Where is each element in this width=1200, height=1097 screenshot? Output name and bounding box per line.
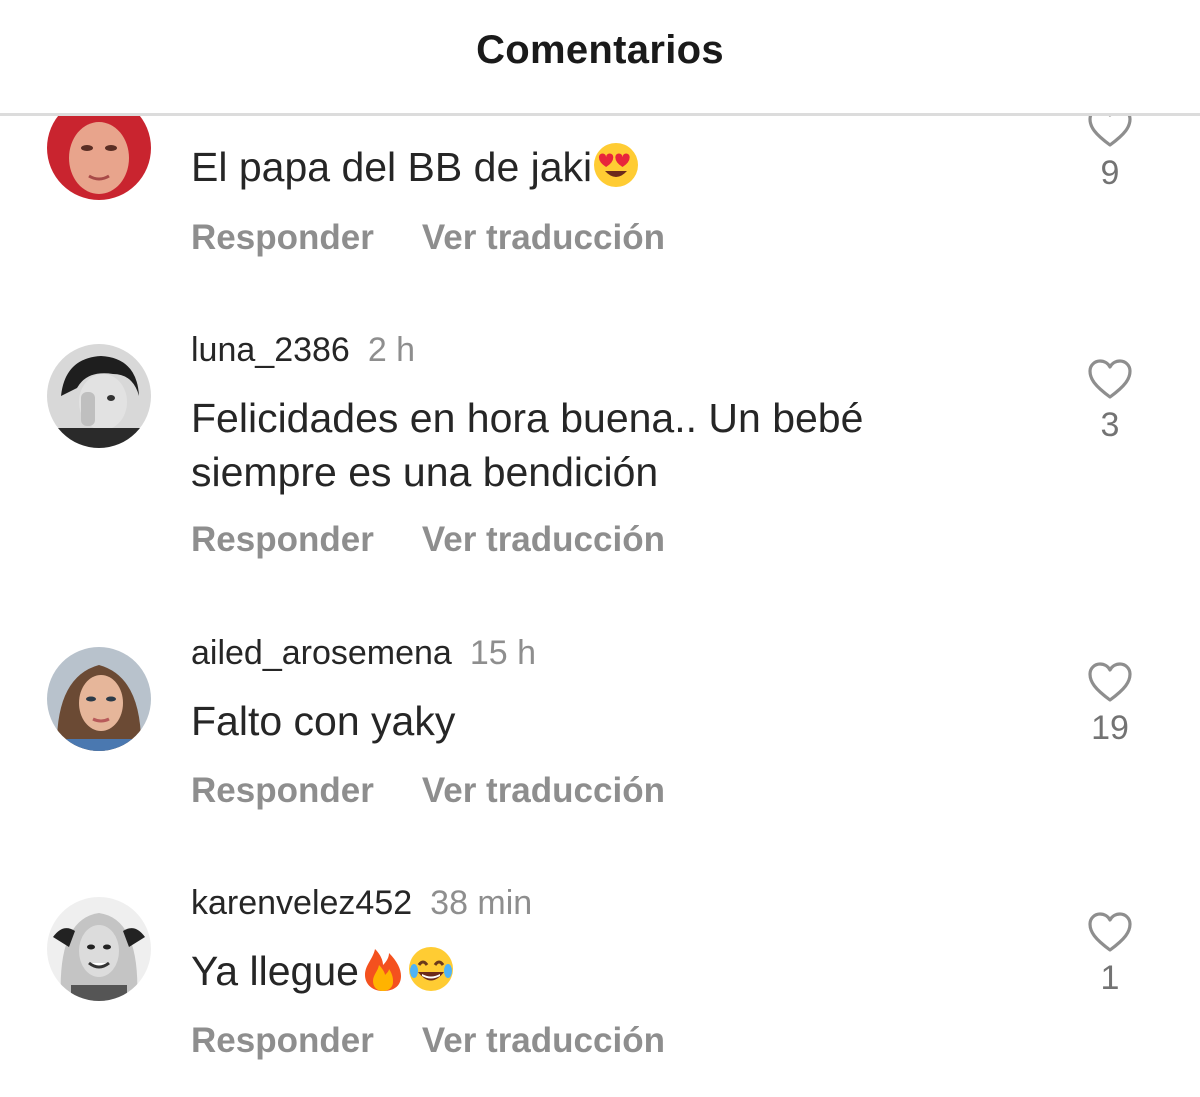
translate-button[interactable]: Ver traducción — [422, 771, 665, 810]
like-count: 3 — [1100, 406, 1120, 444]
comment-text: Falto con yaky — [191, 698, 456, 744]
like-control: 19 — [1080, 661, 1140, 748]
fire-emoji — [364, 949, 401, 991]
comment-text: El papa del BB de jaki — [191, 140, 991, 194]
comment-text: Felicidades en hora buena.. Un bebé siem… — [191, 395, 864, 495]
comment-meta: ailed_arosemena 15 h — [191, 633, 536, 673]
like-control: 9 — [1080, 106, 1140, 193]
header-divider — [0, 113, 1200, 116]
avatar[interactable] — [47, 344, 151, 448]
reply-button[interactable]: Responder — [191, 218, 374, 257]
comment-meta: luna_2386 2 h — [191, 330, 415, 370]
like-control: 1 — [1080, 911, 1140, 998]
header-bar: Comentarios — [0, 0, 1200, 116]
heart-outline-icon[interactable] — [1087, 661, 1133, 703]
username-link[interactable]: karenvelez452 — [191, 884, 412, 922]
translate-button[interactable]: Ver traducción — [422, 1021, 665, 1060]
timestamp: 2 h — [367, 331, 416, 369]
reply-button[interactable]: Responder — [191, 520, 374, 559]
avatar[interactable] — [47, 647, 151, 751]
tears-of-joy-emoji — [408, 947, 453, 991]
heart-outline-icon[interactable] — [1087, 358, 1133, 400]
comment-text: Ya llegue — [191, 944, 991, 998]
comments-list[interactable]: El papa del BB de jaki Responder Ver trad… — [0, 0, 1200, 1097]
username-link[interactable]: ailed_arosemena — [191, 634, 452, 672]
like-control: 3 — [1080, 358, 1140, 445]
heart-eyes-emoji — [594, 143, 639, 187]
reply-button[interactable]: Responder — [191, 1021, 374, 1060]
like-count: 1 — [1100, 959, 1120, 997]
heart-outline-icon[interactable] — [1087, 911, 1133, 953]
comment-meta: karenvelez452 38 min — [191, 883, 532, 923]
timestamp: 15 h — [469, 634, 537, 672]
page-title: Comentarios — [476, 28, 724, 72]
avatar[interactable] — [47, 897, 151, 1001]
reply-button[interactable]: Responder — [191, 771, 374, 810]
timestamp: 38 min — [430, 884, 533, 922]
comment-actions: Responder Ver traducción — [191, 1021, 665, 1061]
comment-actions: Responder Ver traducción — [191, 520, 665, 560]
translate-button[interactable]: Ver traducción — [422, 520, 665, 559]
like-count: 9 — [1100, 154, 1120, 192]
comment-actions: Responder Ver traducción — [191, 218, 665, 258]
like-count: 19 — [1091, 709, 1129, 747]
username-link[interactable]: luna_2386 — [191, 331, 350, 369]
translate-button[interactable]: Ver traducción — [422, 218, 665, 257]
comment-actions: Responder Ver traducción — [191, 771, 665, 811]
